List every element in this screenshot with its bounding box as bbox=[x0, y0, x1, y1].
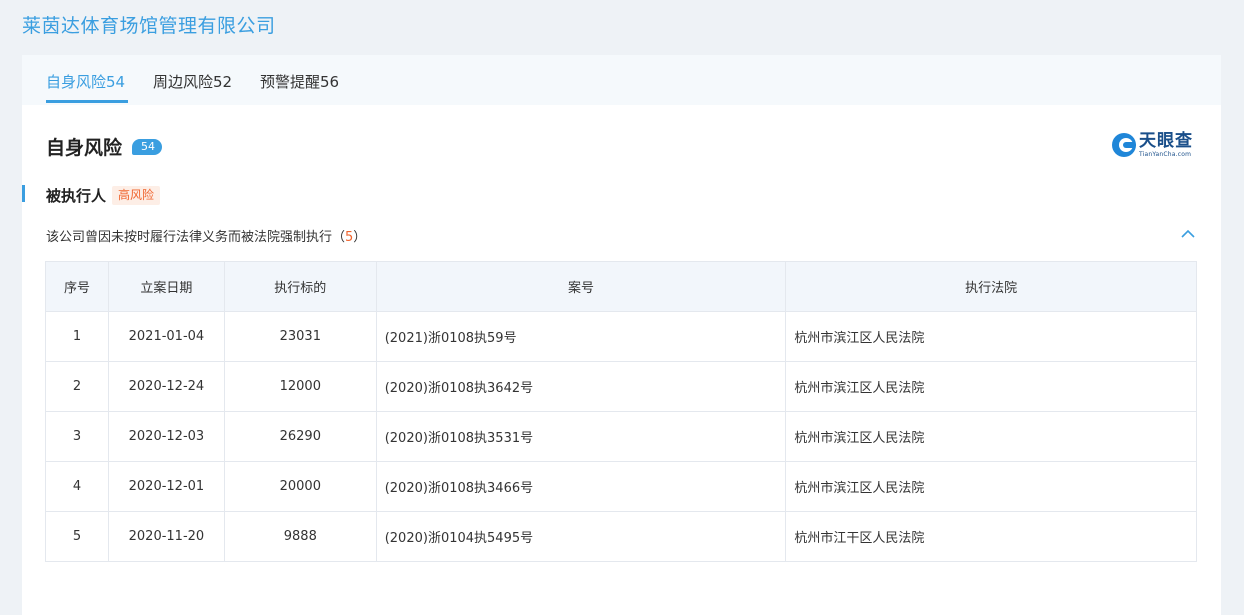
cell-index: 5 bbox=[45, 511, 109, 562]
table-row: 1 2021-01-04 23031 (2021)浙0108执59号 杭州市滨江… bbox=[45, 311, 1197, 362]
cell-filing-date: 2021-01-04 bbox=[107, 311, 225, 362]
cell-index: 1 bbox=[45, 311, 109, 362]
tab-warning-alerts[interactable]: 预警提醒56 bbox=[260, 71, 339, 92]
column-header: 执行标的 bbox=[223, 261, 377, 312]
cell-amount: 9888 bbox=[223, 511, 377, 562]
column-header: 案号 bbox=[375, 261, 787, 312]
subsection-marker bbox=[22, 185, 25, 202]
subsection-title: 被执行人 bbox=[46, 187, 107, 205]
cell-amount: 20000 bbox=[223, 461, 377, 512]
cell-amount: 23031 bbox=[223, 311, 377, 362]
cell-index: 3 bbox=[45, 411, 109, 462]
cell-case-number[interactable]: (2020)浙0108执3531号 bbox=[375, 411, 787, 462]
tianyancha-logo: 天眼查 TianYanCha.com bbox=[1112, 130, 1198, 160]
active-tab-indicator bbox=[46, 100, 128, 103]
cell-filing-date: 2020-12-24 bbox=[107, 361, 225, 412]
subsection-description: 该公司曾因未按时履行法律义务而被法院强制执行（5） bbox=[46, 230, 367, 245]
tab-bar: 自身风险54 周边风险52 预警提醒56 bbox=[22, 55, 1221, 105]
column-header: 执行法院 bbox=[785, 261, 1197, 312]
cell-case-number[interactable]: (2020)浙0104执5495号 bbox=[375, 511, 787, 562]
cell-court: 杭州市滨江区人民法院 bbox=[785, 461, 1197, 512]
cell-case-number[interactable]: (2020)浙0108执3466号 bbox=[375, 461, 787, 512]
logo-subtext: TianYanCha.com bbox=[1139, 150, 1192, 158]
cell-filing-date: 2020-11-20 bbox=[107, 511, 225, 562]
tab-surrounding-risk[interactable]: 周边风险52 bbox=[153, 71, 232, 92]
section-header: 自身风险 54 bbox=[46, 133, 163, 160]
cell-index: 2 bbox=[45, 361, 109, 412]
risk-level-tag: 高风险 bbox=[112, 186, 161, 205]
cell-filing-date: 2020-12-01 bbox=[107, 461, 225, 512]
cell-court: 杭州市滨江区人民法院 bbox=[785, 361, 1197, 412]
cell-court: 杭州市江干区人民法院 bbox=[785, 511, 1197, 562]
tab-own-risk[interactable]: 自身风险54 bbox=[46, 71, 125, 92]
table-row: 5 2020-11-20 9888 (2020)浙0104执5495号 杭州市江… bbox=[45, 511, 1197, 562]
cell-court: 杭州市滨江区人民法院 bbox=[785, 311, 1197, 362]
cell-case-number[interactable]: (2021)浙0108执59号 bbox=[375, 311, 787, 362]
cell-court: 杭州市滨江区人民法院 bbox=[785, 411, 1197, 462]
table-row: 3 2020-12-03 26290 (2020)浙0108执3531号 杭州市… bbox=[45, 411, 1197, 462]
cell-index: 4 bbox=[45, 461, 109, 512]
column-header: 序号 bbox=[45, 261, 109, 312]
cell-amount: 12000 bbox=[223, 361, 377, 412]
count-badge: 54 bbox=[132, 138, 163, 155]
chevron-up-icon[interactable] bbox=[1179, 225, 1197, 243]
company-title: 莱茵达体育场馆管理有限公司 bbox=[22, 15, 276, 37]
column-header: 立案日期 bbox=[107, 261, 225, 312]
table-row: 4 2020-12-01 20000 (2020)浙0108执3466号 杭州市… bbox=[45, 461, 1197, 512]
table-header-row: 序号 立案日期 执行标的 案号 执行法院 bbox=[45, 261, 1197, 312]
subsection-header: 被执行人 高风险 bbox=[46, 185, 161, 206]
section-title: 自身风险 bbox=[46, 137, 123, 159]
cell-filing-date: 2020-12-03 bbox=[107, 411, 225, 462]
tianyancha-logo-icon bbox=[1112, 133, 1136, 157]
cell-amount: 26290 bbox=[223, 411, 377, 462]
risk-panel: 自身风险54 周边风险52 预警提醒56 自身风险 54 天眼查 TianYan… bbox=[22, 55, 1221, 615]
executed-person-table: 序号 立案日期 执行标的 案号 执行法院 1 2021-01-04 23031 … bbox=[45, 261, 1197, 562]
logo-text: 天眼查 bbox=[1139, 130, 1193, 151]
cell-case-number[interactable]: (2020)浙0108执3642号 bbox=[375, 361, 787, 412]
table-row: 2 2020-12-24 12000 (2020)浙0108执3642号 杭州市… bbox=[45, 361, 1197, 412]
